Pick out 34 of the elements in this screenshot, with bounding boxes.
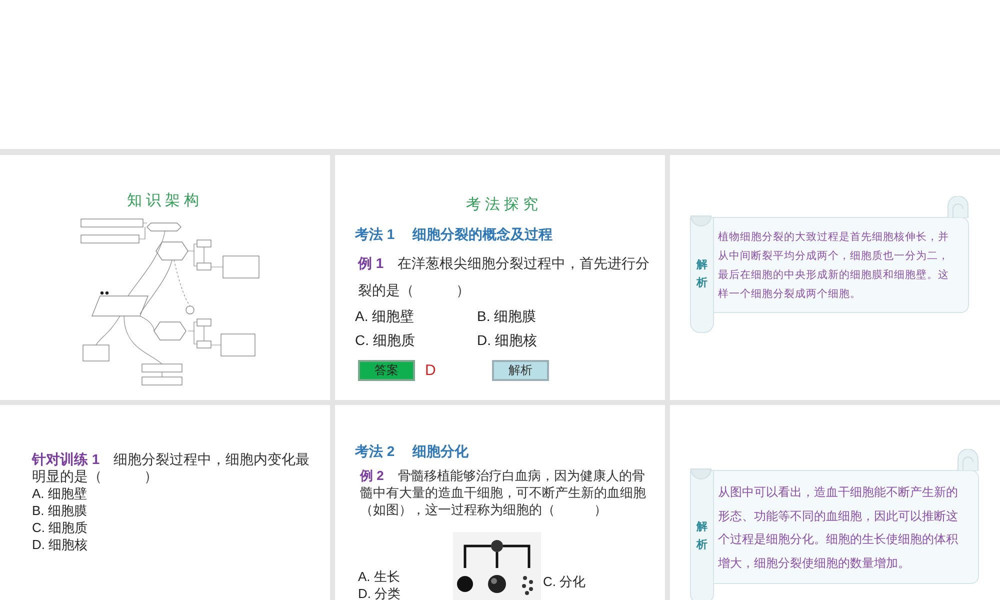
answer-option: A. 细胞壁 [355,308,477,326]
answer-option: D. 分类 [358,585,453,600]
answer-option: B. 细胞膜 [32,502,318,519]
analysis-text: 从图中可以看出，造血干细胞能不断产生新的形态、功能等不同的血细胞，因此可以推断这个过程是细胞分化。细胞的生长使细胞的体积增大，细胞分裂使细胞的数量增加。 [714,470,979,584]
analysis-button[interactable]: 解析 [492,360,549,381]
question-text: 例 1 在洋葱根尖细胞分裂过程中，首先进行分裂的是（ ） [356,254,651,300]
section-heading: 细胞分化 [412,443,469,461]
answer-option: D. 细胞核 [477,332,599,350]
analysis-label: 解析 [696,258,708,291]
answer-option: A. 生长 [358,568,453,585]
slide-title: 知识架构 [126,192,204,210]
slide-thumbnail[interactable]: 解析 植物细胞分裂的大致过程是首先细胞核伸长，并从中间断裂平均分成两个，细胞质也一分为二，最后在细胞的中央形成新的细胞膜和细胞壁。这样一个细胞分裂成两个细胞。 [670,155,1000,400]
answer-button[interactable]: 答案 [358,360,415,381]
slide-thumbnail[interactable]: 解析 从图中可以看出，造血干细胞能不断产生新的形态、功能等不同的血细胞，因此可以推断这个过程是细胞分化。细胞的生长使细胞的体积增大，细胞分裂使细胞的数量增加。 [670,405,1000,600]
answer-option: B. 细胞膜 [477,308,599,326]
answer-option: C. 分化 [543,572,653,590]
section-number: 考法 2 [355,443,395,461]
scroll-curl-icon [957,449,979,471]
slide-thumbnail[interactable]: 考法探究 考法 1 细胞分裂的概念及过程 例 1 在洋葱根尖细胞分裂过程中，首先进行分裂的是（ ） A. 细胞壁 B. 细胞膜 C. 细胞质 D. 细胞核 答案 D 解析 [335,155,665,400]
section-number: 考法 1 [355,226,395,244]
slide-thumbnail[interactable]: 针对训练 1 细胞分裂过程中，细胞内变化最明显的是（ ） A. 细胞壁 B. 细胞膜 C. 细胞质 D. 细胞核 [0,405,330,600]
question-text: 针对训练 1 细胞分裂过程中，细胞内变化最明显的是（ ） [32,451,311,485]
slide-thumbnail[interactable]: 考法 2 细胞分化 例 2 骨髓移植能够治疗白血病，因为健康人的骨髓中有大量的造血干细胞，可不断产生新的血细胞（如图），这一过程称为细胞的（ ） A. 生长 D. 分类 C. 分化 [335,405,665,600]
answer-option: D. 细胞核 [32,536,318,553]
section-heading: 细胞分裂的概念及过程 [412,226,553,244]
answer-option: C. 细胞质 [32,519,318,536]
slide-title: 考法探究 [465,196,543,214]
answer-option: A. 细胞壁 [32,485,318,502]
question-text: 例 2 骨髓移植能够治疗白血病，因为健康人的骨髓中有大量的造血干细胞，可不断产生新的血细胞（如图），这一过程称为细胞的（ ） [358,467,647,518]
analysis-label: 解析 [696,520,708,553]
answer-text: D [425,362,437,379]
scroll-curl-icon [947,196,969,218]
answer-option: C. 细胞质 [355,332,477,350]
analysis-text: 植物细胞分裂的大致过程是首先细胞核伸长，并从中间断裂平均分成两个，细胞质也一分为二，最后在细胞的中央形成新的细胞膜和细胞壁。这样一个细胞分裂成两个细胞。 [714,217,969,313]
